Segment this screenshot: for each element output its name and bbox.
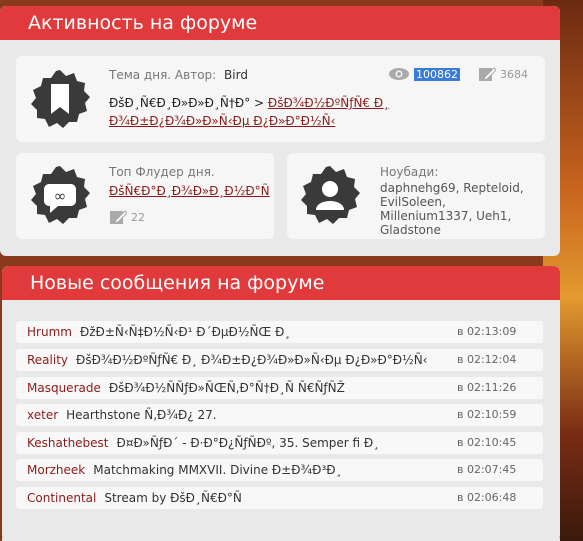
topic-author-link[interactable]: Bird [224, 68, 248, 82]
pencil-icon [479, 67, 496, 81]
bottom-panel-edge [2, 533, 238, 541]
post-row[interactable]: xeter Hearthstone Ñ‚Ð¾Ð¿ 27. в 02:10:59 [16, 404, 543, 426]
post-time: в 02:06:48 [457, 491, 517, 504]
post-row[interactable]: Reality ÐšÐ¾Ð½ÐºÑƒÑ€ Ð¸ Ð¾Ð±Ð¿Ð¾Ð»Ð»Ñ‹Ðµ … [16, 349, 543, 371]
post-row[interactable]: Morzheek Matchmaking MMXVII. Divine Ð±Ð¾Ð… [16, 459, 543, 481]
post-title[interactable]: ÐžÐ±Ñ‹Ñ‡Ð½Ñ‹Ð¹ Ð´ÐµÐ½ÑŒ Ð¸ [80, 321, 457, 343]
topic-link[interactable]: ÐšÐ¾Ð½ÐºÑƒÑ€ Ð¸ [268, 96, 389, 110]
post-title[interactable]: Stream by ÐšÐ¸Ñ€Ð°Ñ [104, 487, 457, 509]
top-flooder-card: ∞ Топ Флудер дня. ÐšÑ€Ð°Ð¸Ð¾Ð»Ð¸Ð½Ð°Ñ 22 [16, 153, 274, 239]
topic-link-cont[interactable]: Ð¾Ð±Ð¿Ð¾Ð»Ð»Ñ‹Ðµ Ð¿Ð»Ð°Ð½Ñ‹ [109, 114, 335, 128]
noobs-card: Ноубади: daphnehg69, Repteloid, EvilSole… [287, 153, 545, 239]
post-title[interactable]: ÐšÐ¾Ð½ÑÑƒÐ»ÑŒÑ‚Ð°Ñ†Ð¸Ñ Ñ€ÑƒÑŽ [109, 377, 457, 399]
post-time: в 02:10:45 [457, 436, 517, 449]
noobs-label: Ноубади: [380, 165, 439, 179]
post-title[interactable]: Hearthstone Ñ‚Ð¾Ð¿ 27. [66, 404, 457, 426]
top-flooder-posts-count: 22 [131, 210, 145, 224]
post-author[interactable]: xeter [27, 404, 58, 426]
new-posts-heading: Новые сообщения на форуме [2, 266, 560, 300]
post-time: в 02:13:09 [457, 325, 517, 338]
activity-panel: Активность на форуме Тема дня. Автор: Bi… [0, 6, 560, 256]
top-flooder-posts: 22 [109, 209, 145, 225]
topic-header: Тема дня. Автор: Bird [109, 68, 248, 82]
post-row[interactable]: Masquerade ÐšÐ¾Ð½ÑÑƒÐ»ÑŒÑ‚Ð°Ñ†Ð¸Ñ Ñ€ÑƒÑŽ в… [16, 377, 543, 399]
post-author[interactable]: Keshathebest [27, 432, 109, 454]
post-title[interactable]: Ð¤Ð»ÑƒÐ´ - Ð·Ð°Ð¿ÑƒÑÐº, 35. Semper fi Ð¸ [117, 432, 457, 454]
post-author[interactable]: Reality [27, 349, 68, 371]
svg-text:∞: ∞ [54, 187, 67, 205]
post-title[interactable]: Matchmaking MMXVII. Divine Ð±Ð¾Ð³Ð¸ [93, 459, 457, 481]
post-row[interactable]: Keshathebest Ð¤Ð»ÑƒÐ´ - Ð·Ð°Ð¿ÑƒÑÐº, 35. … [16, 432, 543, 454]
topic-posts-count: 3684 [500, 67, 528, 81]
post-author[interactable]: Hrumm [27, 321, 72, 343]
infinity-badge-icon: ∞ [28, 164, 92, 228]
topic-posts: 3684 [478, 66, 528, 82]
post-title[interactable]: ÐšÐ¾Ð½ÐºÑƒÑ€ Ð¸ Ð¾Ð±Ð¿Ð¾Ð»Ð»Ñ‹Ðµ Ð¿Ð»Ð°Ð… [76, 349, 457, 371]
topic-of-day-card: Тема дня. Автор: Bird 100862 3684 ÐšÐ¸Ñ€… [16, 56, 545, 142]
top-flooder-name[interactable]: ÐšÑ€Ð°Ð¸Ð¾Ð»Ð¸Ð½Ð°Ñ [109, 184, 270, 198]
bottom-panel-edge-2 [246, 533, 560, 541]
post-time: в 02:11:26 [457, 381, 517, 394]
post-row[interactable]: Hrumm ÐžÐ±Ñ‹Ñ‡Ð½Ñ‹Ð¹ Ð´ÐµÐ½ÑŒ Ð¸ в 02:13:0… [16, 321, 543, 343]
post-row[interactable]: Continental Stream by ÐšÐ¸Ñ€Ð°Ñ в 02:06:48 [16, 487, 543, 509]
noobs-list[interactable]: daphnehg69, Repteloid, EvilSoleen, Mille… [380, 181, 540, 237]
activity-heading: Активность на форуме [0, 6, 560, 40]
post-author[interactable]: Morzheek [27, 459, 85, 481]
eye-icon [389, 68, 409, 80]
pencil-icon [110, 210, 127, 224]
post-time: в 02:12:04 [457, 353, 517, 366]
post-time: в 02:10:59 [457, 408, 517, 421]
topic-views-count: 100862 [414, 67, 460, 81]
user-badge-icon [298, 164, 362, 228]
post-author[interactable]: Continental [27, 487, 96, 509]
top-flooder-label: Топ Флудер дня. [109, 165, 215, 179]
topic-forum-name: ÐšÐ¸Ñ€Ð¸Ð»Ð»Ð¸Ñ†Ð° > [109, 96, 268, 110]
topic-views: 100862 [388, 67, 460, 81]
topic-title: ÐšÐ¸Ñ€Ð¸Ð»Ð»Ð¸Ñ†Ð° > ÐšÐ¾Ð½ÐºÑƒÑ€ Ð¸ Ð¾Ð… [109, 94, 529, 130]
post-time: в 02:07:45 [457, 463, 517, 476]
post-author[interactable]: Masquerade [27, 377, 101, 399]
bookmark-badge-icon [28, 68, 92, 132]
topic-label: Тема дня. Автор: [109, 68, 217, 82]
